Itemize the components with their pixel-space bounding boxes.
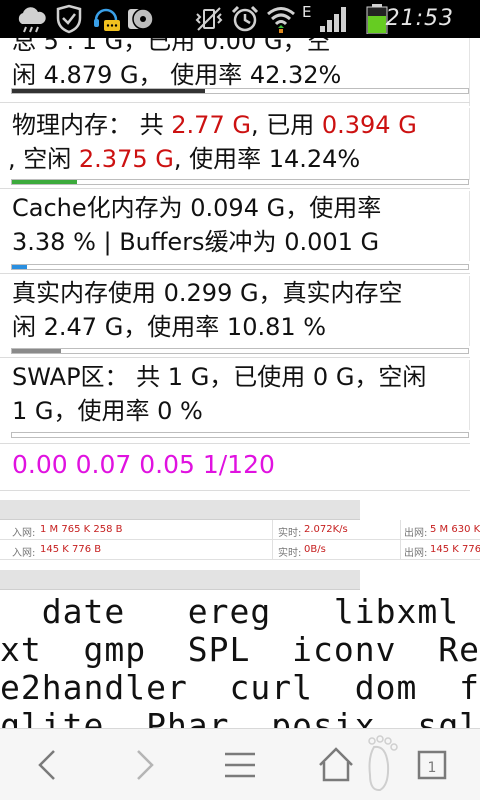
browser-nav-bar: 1 [0, 728, 480, 800]
menu-icon[interactable] [218, 743, 262, 787]
swap-usage-bar [11, 432, 469, 438]
extensions-line4: qlite Phar posix sqli [0, 706, 480, 728]
physical-memory-line2: , 空闲 2.375 G, 使用率 14.24% [0, 142, 469, 176]
physical-memory-free-label: , 空闲 [8, 145, 72, 173]
network-section-header [0, 500, 360, 520]
real-memory-block: 真实内存使用 0.299 G，真实内存空 闲 2.47 G，使用率 10.81 … [0, 276, 470, 346]
physical-memory-block: 物理内存： 共 2.77 G, 已用 0.394 G , 空闲 2.375 G,… [0, 108, 470, 180]
divider [0, 443, 470, 444]
cache-usage-bar [11, 264, 469, 270]
network-rate-value: 0B/s [304, 544, 326, 555]
swap-summary-line1: 总 5 . 1 G，已用 0.00 G，空 [12, 38, 331, 55]
svg-text:1: 1 [428, 760, 437, 776]
real-memory-usage-fill [12, 349, 62, 353]
swap-line1: SWAP区： 共 1 G，已使用 0 G，空闲 [12, 363, 427, 391]
chat-headset-icon [94, 8, 120, 31]
network-in-value: 1 M 765 K 258 B [40, 524, 123, 535]
swap-summary-usage-fill [12, 89, 205, 93]
forward-icon[interactable] [122, 743, 166, 787]
network-out-value: 145 K 776 [430, 544, 480, 555]
real-memory-line2: 闲 2.47 G，使用率 10.81 % [12, 313, 327, 341]
footprint-icon [368, 735, 398, 792]
swap-summary-line2: 闲 4.879 G， 使用率 42.32% [12, 61, 342, 89]
disc-icon [128, 8, 154, 30]
divider [0, 188, 470, 189]
real-memory-line1: 真实内存使用 0.299 G，真实内存空 [12, 279, 403, 307]
status-clock: 21:53 [385, 6, 454, 31]
divider [0, 102, 470, 103]
shield-icon [56, 4, 82, 34]
network-rate-label: 实时: [278, 528, 302, 539]
signal-icon [320, 7, 346, 32]
swap-summary-block: 总 5 . 1 G，已用 0.00 G，空 闲 4.879 G， 使用率 42.… [0, 38, 470, 106]
extensions-line1: date ereg libxml ope [41, 592, 460, 631]
physical-memory-usage-bar [11, 179, 469, 185]
physical-memory-usage-text: , 使用率 14.24% [173, 145, 361, 173]
wifi-icon [267, 7, 295, 33]
alarm-icon [231, 5, 259, 32]
status-bar: E 21:53 [0, 0, 480, 38]
physical-memory-line1: 物理内存： 共 2.77 G, 已用 0.394 G [0, 108, 469, 142]
tabs-icon[interactable]: 1 [410, 743, 454, 787]
physical-memory-label: 物理内存： 共 [12, 111, 164, 139]
network-rate-label: 实时: [278, 548, 302, 559]
cache-usage-fill [12, 265, 28, 269]
divider [400, 540, 401, 560]
physical-memory-free: 2.375 G [78, 145, 174, 173]
cache-block: Cache化内存为 0.094 G，使用率 3.38 % | Buffers缓冲… [0, 191, 470, 261]
cloud-icon [18, 7, 46, 33]
network-out-label: 出网: [404, 528, 428, 539]
network-type-label: E [302, 3, 312, 21]
extensions-line2: xt gmp SPL iconv Ref [0, 630, 480, 669]
divider [272, 520, 273, 540]
network-in-label: 入网: [12, 528, 36, 539]
vibrate-mute-icon [195, 7, 223, 31]
swap-line2: 1 G，使用率 0 % [12, 397, 203, 425]
cache-line1: Cache化内存为 0.094 G，使用率 [12, 194, 382, 222]
cache-line2: 3.38 % | Buffers缓冲为 0.001 G [12, 228, 380, 256]
network-rate-value: 2.072K/s [304, 524, 348, 535]
network-out-label: 出网: [404, 548, 428, 559]
network-out-value: 5 M 630 K [430, 524, 480, 535]
physical-memory-total: 2.77 G [171, 111, 251, 139]
divider [0, 490, 470, 491]
divider [0, 273, 470, 274]
network-row-2: 入网: 145 K 776 B 实时: 0B/s 出网: 145 K 776 [0, 540, 480, 560]
divider [0, 357, 470, 358]
extensions-section-header [0, 570, 360, 590]
divider [272, 540, 273, 560]
extensions-line3: e2handler curl dom fi [0, 668, 480, 707]
physical-memory-used: 0.394 G [321, 111, 417, 139]
network-in-value: 145 K 776 B [40, 544, 102, 555]
divider [400, 520, 401, 540]
real-memory-usage-bar [11, 348, 469, 354]
network-row-1: 入网: 1 M 765 K 258 B 实时: 2.072K/s 出网: 5 M… [0, 520, 480, 540]
physical-memory-used-label: , 已用 [250, 111, 315, 139]
back-icon[interactable] [26, 743, 70, 787]
network-in-label: 入网: [12, 548, 36, 559]
home-icon[interactable] [314, 743, 358, 787]
server-status-page[interactable]: 总 5 . 1 G，已用 0.00 G，空 闲 4.879 G， 使用率 42.… [0, 38, 480, 728]
swap-summary-usage-bar [11, 88, 469, 94]
physical-memory-usage-fill [12, 180, 77, 184]
load-average: 0.00 0.07 0.05 1/120 [12, 450, 275, 479]
swap-block: SWAP区： 共 1 G，已使用 0 G，空闲 1 G，使用率 0 % [0, 360, 470, 430]
